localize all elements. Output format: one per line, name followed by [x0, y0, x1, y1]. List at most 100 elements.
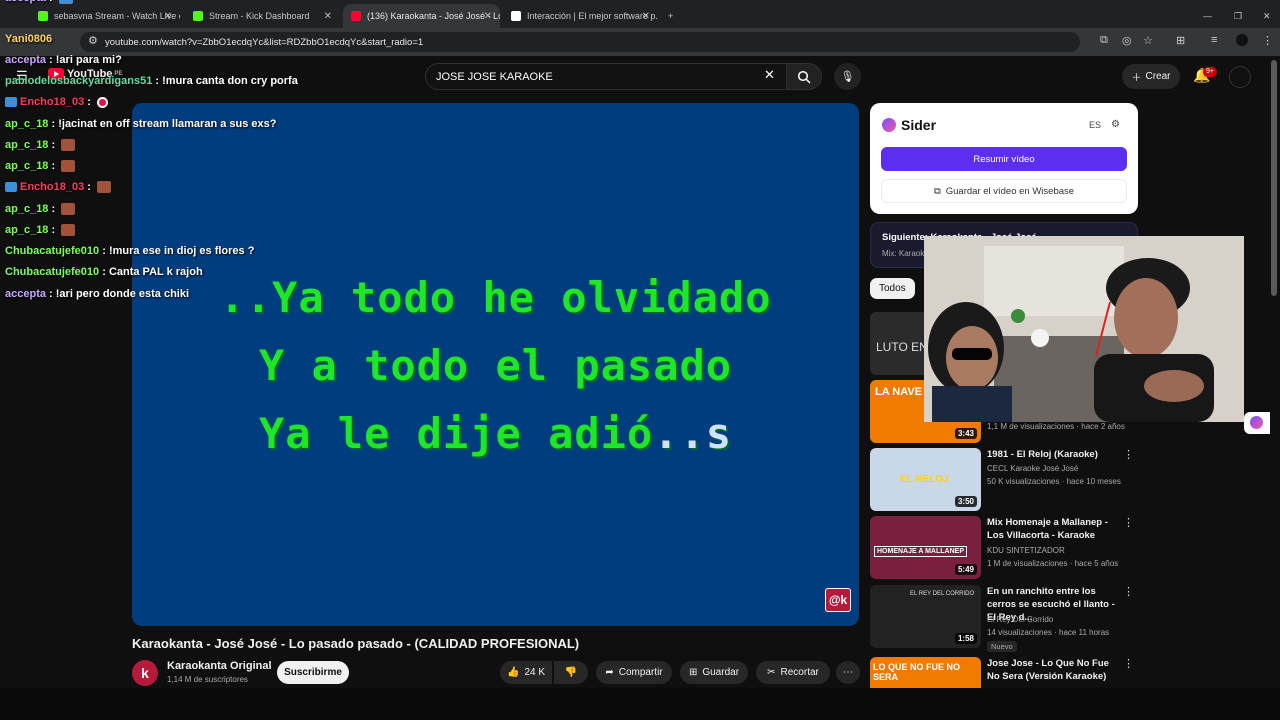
channel-watermark[interactable]: @k: [825, 588, 851, 612]
sider-extension-card: Sider ES ⚙ Resumir vídeo ⧉ Guardar el ví…: [870, 103, 1138, 214]
eye-off-icon[interactable]: ◎: [1122, 34, 1132, 47]
thumbnail-text: LO QUE NO FUE NO SERA: [873, 662, 961, 682]
page-scrollbar[interactable]: [1271, 60, 1277, 296]
search-input[interactable]: JOSE JOSE KARAOKE: [425, 63, 787, 90]
video-title: Karaokanta - José José - Lo pasado pasad…: [132, 636, 580, 651]
summarize-video-button[interactable]: Resumir vídeo: [881, 147, 1127, 171]
channel-avatar[interactable]: k: [132, 660, 158, 686]
minimize-icon[interactable]: —: [1195, 4, 1215, 28]
chat-text: !mura ese in dioj es flores ?: [108, 245, 255, 257]
close-tab-icon[interactable]: ✕: [642, 11, 650, 22]
chat-message: ap_c_18 :: [5, 203, 76, 216]
chat-message: Chubacatujefe010 : Canta PAL k rajoh: [5, 266, 203, 278]
video-channel[interactable]: KDU SINTETIZADOR: [987, 546, 1065, 555]
more-options-icon[interactable]: ⋮: [1123, 516, 1134, 529]
more-options-icon[interactable]: ⋮: [1123, 448, 1134, 461]
url-field[interactable]: youtube.com/watch?v=ZbbO1ecdqYc&list=RDZ…: [80, 32, 1080, 52]
install-icon[interactable]: ⧉: [1100, 34, 1108, 47]
dislike-button[interactable]: 👎: [554, 661, 588, 684]
sider-language[interactable]: ES: [1089, 120, 1101, 130]
chat-emote: [61, 139, 76, 152]
share-button[interactable]: ➦ Compartir: [596, 661, 672, 684]
screen: sebasvna Stream - Watch Live on... ✕ Str…: [0, 0, 1280, 720]
sider-float-button[interactable]: [1244, 412, 1270, 434]
create-button[interactable]: ＋ Crear: [1122, 64, 1180, 89]
tab-interaccion[interactable]: Interacción | El mejor software p... ✕: [503, 4, 658, 28]
close-tab-icon[interactable]: ✕: [484, 11, 492, 22]
video-thumbnail[interactable]: LO QUE NO FUE NO SERA: [870, 657, 981, 688]
clear-search-icon[interactable]: ✕: [764, 67, 775, 83]
chat-user: ap_c_18: [5, 160, 49, 172]
plus-icon: ＋: [1131, 73, 1142, 84]
video-title[interactable]: Jose Jose - Lo Que No Fue No Sera (Versi…: [987, 657, 1123, 683]
more-options-icon[interactable]: ⋮: [1123, 585, 1134, 598]
video-title[interactable]: 1981 - El Reloj (Karaoke): [987, 448, 1123, 461]
media-icon[interactable]: ≡: [1211, 34, 1217, 46]
video-thumbnail[interactable]: EL REY DEL CORRIDO 1:58: [870, 585, 981, 648]
lyric-line-3: Ya le dije adió..s: [132, 409, 859, 458]
video-player[interactable]: ..Ya todo he olvidado Y a todo el pasado…: [132, 103, 859, 626]
sider-brain-icon: [882, 118, 896, 132]
video-thumbnail[interactable]: HOMENAJE A MALLANEP 5:49: [870, 516, 981, 579]
create-label: Crear: [1145, 71, 1171, 82]
search-button[interactable]: [786, 63, 822, 90]
chat-emote: [61, 224, 76, 237]
chip-all[interactable]: Todos: [870, 278, 915, 299]
chat-user: accepta: [5, 54, 46, 66]
close-tab-icon[interactable]: ✕: [164, 11, 172, 22]
settings-icon[interactable]: ⚙: [1111, 119, 1120, 130]
video-channel[interactable]: El Rey Del Corrido: [987, 615, 1053, 624]
bookmark-star-icon[interactable]: ☆: [1143, 34, 1153, 47]
chat-emote: [58, 0, 73, 5]
address-bar-row: youtube.com/watch?v=ZbbO1ecdqYc&list=RDZ…: [0, 28, 1280, 56]
video-title[interactable]: Mix Homenaje a Mallanep - Los Villacorta…: [987, 516, 1123, 542]
thumbs-up-icon: 👍: [506, 667, 520, 678]
search-value: JOSE JOSE KARAOKE: [436, 70, 553, 83]
duration-badge: 5:49: [954, 564, 977, 575]
extensions-icon[interactable]: ⊞: [1176, 34, 1185, 47]
chat-emote: [96, 181, 111, 194]
account-avatar[interactable]: [1229, 66, 1251, 88]
lyric-sung: ..Ya todo he olvidado: [219, 273, 772, 322]
recommendation-item[interactable]: LO QUE NO FUE NO SERA Jose Jose - Lo Que…: [870, 657, 1138, 688]
browser-menu-icon[interactable]: ⋮: [1262, 34, 1273, 47]
url-text: youtube.com/watch?v=ZbbO1ecdqYc&list=RDZ…: [105, 36, 424, 48]
profile-avatar[interactable]: [1236, 34, 1248, 46]
chat-text: !ari para mi?: [55, 54, 122, 66]
site-info-icon[interactable]: ⚙: [88, 34, 98, 47]
restore-icon[interactable]: ❐: [1226, 4, 1246, 28]
recommendation-item[interactable]: HOMENAJE A MALLANEP 5:49 Mix Homenaje a …: [870, 516, 1138, 579]
channel-name[interactable]: Karaokanta Original: [167, 660, 272, 672]
notification-badge: 9+: [1203, 67, 1217, 77]
chat-user: ap_c_18: [5, 118, 49, 130]
tab-kick-dashboard[interactable]: Stream - Kick Dashboard ✕: [185, 4, 340, 28]
lyric-pending: ..s: [653, 409, 733, 458]
subscribe-button[interactable]: Suscribirme: [277, 661, 349, 684]
video-thumbnail[interactable]: EL RELOJ 3:50: [870, 448, 981, 511]
chat-text: Canta PAL k rajoh: [108, 266, 203, 278]
new-badge: Nuevo: [987, 641, 1017, 652]
clip-button[interactable]: ✂ Recortar: [756, 661, 830, 684]
duration-badge: 1:58: [954, 633, 977, 644]
more-options-icon[interactable]: ⋮: [1123, 657, 1134, 670]
more-actions-button[interactable]: ⋯: [836, 661, 860, 684]
save-button[interactable]: ⊞ Guardar: [680, 661, 748, 684]
chat-message: accepta : !ari para mi?: [5, 54, 122, 66]
browser-tab-bar: sebasvna Stream - Watch Live on... ✕ Str…: [0, 0, 1280, 28]
tab-kick-stream[interactable]: sebasvna Stream - Watch Live on... ✕: [30, 4, 180, 28]
close-window-icon[interactable]: ✕: [1255, 4, 1275, 28]
like-button[interactable]: 👍 24 K: [500, 661, 552, 684]
recommendation-item[interactable]: EL RELOJ 3:50 1981 - El Reloj (Karaoke) …: [870, 448, 1138, 511]
tab-label: Interacción | El mejor software p...: [527, 11, 658, 21]
save-to-wisebase-button[interactable]: ⧉ Guardar el vídeo en Wisebase: [881, 179, 1127, 203]
chat-user: pablodelosbackyardigans51: [5, 75, 153, 87]
new-tab-button[interactable]: +: [660, 4, 680, 28]
webcam-overlay: [924, 236, 1244, 422]
voice-search-button[interactable]: 🎙: [834, 63, 861, 90]
tab-youtube[interactable]: (136) Karaokanta - José José - Lo... ✕: [343, 4, 500, 28]
kick-badge-icon: [5, 182, 17, 193]
video-channel[interactable]: CECL Karaoke José José: [987, 464, 1078, 473]
close-tab-icon[interactable]: ✕: [324, 11, 332, 22]
chat-user: ap_c_18: [5, 139, 49, 151]
recommendation-item[interactable]: EL REY DEL CORRIDO 1:58 En un ranchito e…: [870, 585, 1138, 652]
